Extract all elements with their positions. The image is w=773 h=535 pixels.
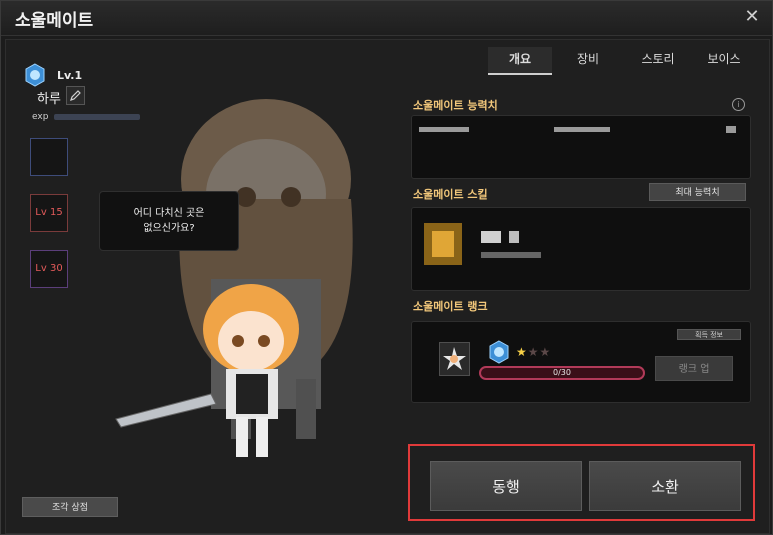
ability-panel	[411, 115, 751, 179]
soulmate-name: 하루	[37, 92, 61, 107]
skin-slot-lv30[interactable]: Lv 30	[30, 250, 68, 288]
max-stats-button[interactable]: 최대 능력치	[649, 183, 746, 201]
rank-up-button[interactable]: 랭크 업	[655, 356, 733, 381]
tab-voice[interactable]: 보이스	[694, 47, 754, 73]
blurred-stat	[419, 127, 469, 132]
skin-slot-lv15[interactable]: Lv 15	[30, 194, 68, 232]
skill-panel	[411, 207, 751, 291]
blurred-stat	[554, 127, 610, 132]
edit-name-button[interactable]	[66, 86, 85, 105]
skill-section-title: 소울메이트 스킬	[413, 188, 488, 201]
blurred-stat	[726, 126, 736, 133]
blurred-skill-desc	[481, 252, 541, 258]
rank-portrait	[439, 342, 470, 376]
level-text: Lv.1	[57, 69, 83, 82]
tab-bar: 개요 장비 스토리 보이스	[488, 47, 754, 75]
blurred-skill-name	[481, 231, 501, 243]
summon-button[interactable]: 소환	[589, 461, 741, 511]
tab-overview[interactable]: 개요	[488, 47, 552, 75]
title-bar: 소울메이트 ✕	[1, 1, 772, 36]
info-icon[interactable]: i	[732, 98, 745, 111]
speech-line-2: 없으신가요?	[143, 223, 195, 234]
acquire-info-button[interactable]: 획득 정보	[677, 329, 741, 340]
close-icon[interactable]: ✕	[742, 7, 762, 27]
slot-label: Lv 30	[35, 263, 63, 274]
star-filled-icon: ★	[516, 345, 528, 359]
ability-section-title: 소울메이트 능력치	[413, 99, 498, 112]
window-title: 소울메이트	[15, 11, 94, 31]
tab-story[interactable]: 스토리	[628, 47, 688, 73]
tab-equipment[interactable]: 장비	[558, 47, 618, 73]
exp-label: exp	[32, 112, 49, 122]
pencil-icon	[70, 90, 81, 101]
slot-label: Lv 15	[35, 207, 63, 218]
rank-crest-icon	[25, 63, 45, 87]
speech-line-1: 어디 다치신 곳은	[133, 208, 205, 219]
star-empty-icon: ★	[527, 345, 540, 359]
soulmate-window: 소울메이트 ✕ Lv.1 하루 exp Lv 15 Lv 30 어디 다치신 곳…	[0, 0, 773, 535]
rank-stars: ★★★	[516, 345, 551, 359]
skin-slot-1[interactable]	[30, 138, 68, 176]
character-illustration	[115, 99, 353, 457]
rank-section-title: 소울메이트 랭크	[413, 300, 488, 313]
blurred-skill-name	[509, 231, 519, 243]
fragment-shop-button[interactable]: 조각 상점	[22, 497, 118, 517]
speech-bubble: 어디 다치신 곳은 없으신가요?	[99, 191, 239, 251]
rank-crest-icon	[489, 340, 509, 364]
accompany-button[interactable]: 동행	[430, 461, 582, 511]
rank-progress-bar: 0/30	[479, 366, 645, 380]
star-portrait-icon	[443, 347, 466, 370]
star-empty-icon: ★	[539, 345, 552, 359]
skill-icon-inner	[432, 231, 454, 257]
